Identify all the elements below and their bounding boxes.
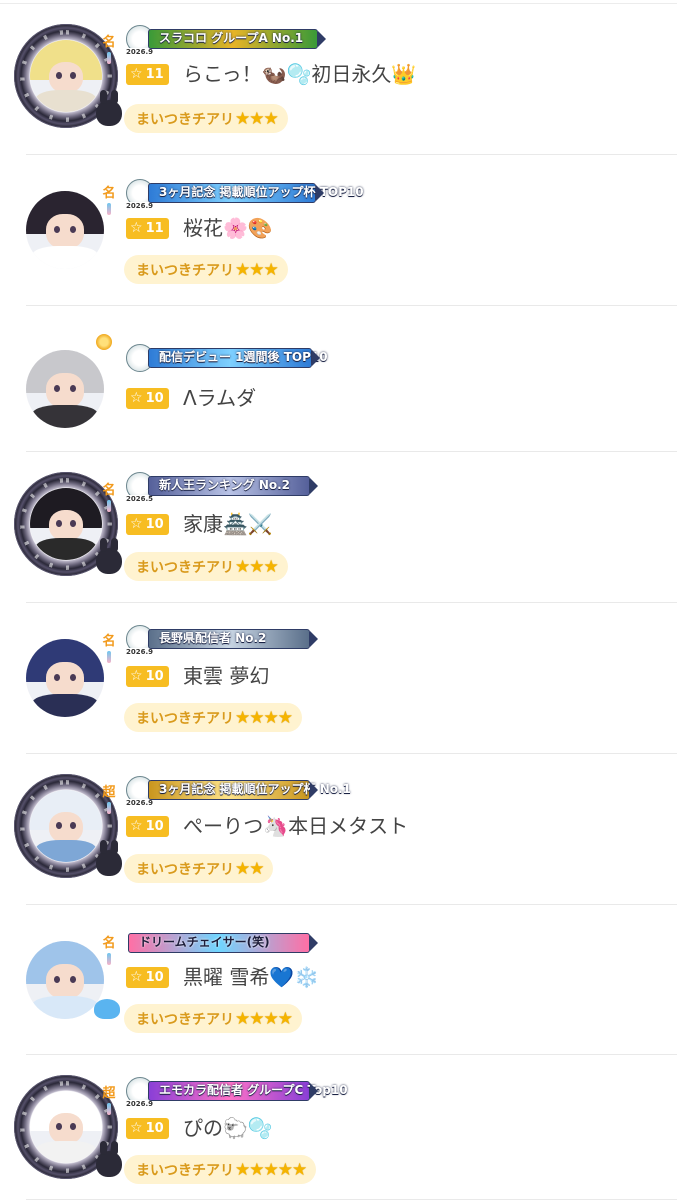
cheer-label: まいつきチアリ bbox=[136, 263, 234, 279]
level-badge: ☆ 10 bbox=[126, 388, 169, 409]
slime-icon bbox=[94, 999, 120, 1019]
cheer-stars: ★★ bbox=[235, 859, 265, 879]
level-badge: ☆ 11 bbox=[126, 64, 169, 85]
rank-mark: 名 bbox=[102, 484, 116, 516]
cheer-stars: ★★★ bbox=[235, 109, 279, 129]
list-item[interactable]: 超 2026.9 エモカラ配信者 グループC Top10 ☆ 10 ぴの🐑🫧 まいつきチアリ… bbox=[0, 1055, 677, 1200]
achievement-badge[interactable]: ドリームチェイサー(笑) bbox=[126, 929, 318, 957]
avatar[interactable]: 名 bbox=[14, 175, 124, 285]
level-badge: ☆ 10 bbox=[126, 666, 169, 687]
avatar-image bbox=[30, 1091, 102, 1163]
badge-title: 3ヶ月記念 掲載順位アップ杯 TOP10 bbox=[148, 183, 364, 203]
cheer-badge: まいつきチアリ★★ bbox=[124, 854, 274, 883]
achievement-badge[interactable]: 2026.9 長野県配信者 No.2 bbox=[125, 625, 318, 656]
cheer-label: まいつきチアリ bbox=[136, 1012, 234, 1028]
star-outline-icon: ☆ bbox=[130, 818, 143, 834]
badge-title: ドリームチェイサー(笑) bbox=[128, 933, 318, 953]
cheer-badge: まいつきチアリ★★★ bbox=[124, 255, 288, 284]
avatar-image bbox=[30, 790, 102, 862]
rank-mark: 名 bbox=[102, 635, 116, 667]
avatar[interactable]: 名 bbox=[14, 623, 124, 733]
avatar[interactable]: 名 bbox=[14, 472, 124, 582]
avatar[interactable]: 超 bbox=[14, 774, 124, 884]
list-item[interactable]: 名ドリームチェイサー(笑) ☆ 10 黒曜 雪希💙❄️ まいつきチアリ★★★★ bbox=[0, 905, 677, 1055]
list-item[interactable]: 超 2026.9 3ヶ月記念 掲載順位アップ杯 No.1 ☆ 10 ぺーりつ🦄本日メタスト… bbox=[0, 754, 677, 905]
badge-title: 配信デビュー 1週間後 TOP10 bbox=[148, 348, 328, 368]
badge-title: スラコロ グループA No.1 bbox=[148, 29, 326, 49]
avatar-image bbox=[26, 191, 104, 269]
badge-title: 新人王ランキング No.2 bbox=[148, 476, 318, 496]
streamer-name[interactable]: 桜花🌸🎨 bbox=[183, 216, 273, 240]
cheer-stars: ★★★★★ bbox=[235, 1160, 307, 1180]
cheer-stars: ★★★ bbox=[235, 260, 279, 280]
rank-mark: 名 bbox=[102, 187, 116, 219]
streamer-name[interactable]: Λラムダ bbox=[183, 386, 256, 410]
star-outline-icon: ☆ bbox=[130, 66, 143, 82]
bunny-icon bbox=[96, 840, 122, 876]
avatar-image bbox=[26, 941, 104, 1019]
avatar[interactable]: 名 bbox=[14, 925, 124, 1035]
avatar-image bbox=[26, 350, 104, 428]
medal-icon bbox=[96, 334, 112, 350]
level-badge: ☆ 10 bbox=[126, 967, 169, 988]
list-item[interactable]: 名 2026.9 スラコロ グループA No.1 ☆ 11 らこっ！🦦🫧初日永久👑 まいつき… bbox=[0, 4, 677, 155]
cheer-stars: ★★★★ bbox=[235, 708, 293, 728]
cheer-stars: ★★★ bbox=[235, 557, 279, 577]
cheer-label: まいつきチアリ bbox=[136, 862, 234, 878]
cheer-badge: まいつきチアリ★★★ bbox=[124, 104, 288, 133]
avatar[interactable]: 名 bbox=[14, 24, 124, 134]
star-outline-icon: ☆ bbox=[130, 516, 143, 532]
achievement-badge[interactable]: 配信デビュー 1週間後 TOP10 bbox=[126, 344, 328, 372]
rank-mark: 名 bbox=[102, 36, 116, 68]
cheer-label: まいつきチアリ bbox=[136, 112, 234, 128]
badge-title: 長野県配信者 No.2 bbox=[148, 629, 318, 649]
bunny-icon bbox=[96, 90, 122, 126]
bunny-icon bbox=[96, 1141, 122, 1177]
level-badge: ☆ 10 bbox=[126, 1118, 169, 1139]
avatar-image bbox=[26, 639, 104, 717]
level-badge: ☆ 11 bbox=[126, 218, 169, 239]
achievement-badge[interactable]: 2026.9 3ヶ月記念 掲載順位アップ杯 TOP10 bbox=[125, 179, 364, 210]
list-item[interactable]: 名 2026.5 新人王ランキング No.2 ☆ 10 家康🏯⚔️ まいつきチアリ★★★ bbox=[0, 452, 677, 603]
bunny-icon bbox=[96, 538, 122, 574]
level-badge: ☆ 10 bbox=[126, 514, 169, 535]
list-item[interactable]: 名 2026.9 3ヶ月記念 掲載順位アップ杯 TOP10 ☆ 11 桜花🌸🎨 まいつきチア… bbox=[0, 155, 677, 306]
list-item[interactable]: 名 2026.9 長野県配信者 No.2 ☆ 10 東雲 夢幻まいつきチアリ★★★★ bbox=[0, 603, 677, 754]
achievement-badge[interactable]: 2026.9 スラコロ グループA No.1 bbox=[125, 25, 326, 56]
list-item[interactable]: 配信デビュー 1週間後 TOP10 ☆ 10 Λラムダ bbox=[0, 306, 677, 452]
achievement-badge[interactable]: 2026.5 新人王ランキング No.2 bbox=[125, 472, 318, 503]
streamer-name[interactable]: らこっ！🦦🫧初日永久👑 bbox=[183, 62, 416, 86]
cheer-stars: ★★★★ bbox=[235, 1009, 293, 1029]
achievement-badge[interactable]: 2026.9 3ヶ月記念 掲載順位アップ杯 No.1 bbox=[125, 776, 351, 807]
streamer-name[interactable]: 黒曜 雪希💙❄️ bbox=[183, 965, 319, 989]
streamer-name[interactable]: ぴの🐑🫧 bbox=[183, 1116, 273, 1140]
rank-mark: 超 bbox=[102, 1087, 116, 1119]
cheer-label: まいつきチアリ bbox=[136, 711, 234, 727]
star-outline-icon: ☆ bbox=[130, 1120, 143, 1136]
achievement-badge[interactable]: 2026.9 エモカラ配信者 グループC Top10 bbox=[125, 1077, 348, 1108]
cheer-badge: まいつきチアリ★★★★★ bbox=[124, 1155, 317, 1184]
streamer-name[interactable]: 家康🏯⚔️ bbox=[183, 512, 273, 536]
rank-mark: 超 bbox=[102, 786, 116, 818]
level-badge: ☆ 10 bbox=[126, 816, 169, 837]
cheer-label: まいつきチアリ bbox=[136, 560, 234, 576]
star-outline-icon: ☆ bbox=[130, 220, 143, 236]
avatar-image bbox=[30, 488, 102, 560]
star-outline-icon: ☆ bbox=[130, 668, 143, 684]
cheer-badge: まいつきチアリ★★★ bbox=[124, 552, 288, 581]
avatar[interactable] bbox=[14, 334, 124, 444]
streamer-name[interactable]: ぺーりつ🦄本日メタスト bbox=[183, 814, 408, 838]
star-outline-icon: ☆ bbox=[130, 969, 143, 985]
avatar[interactable]: 超 bbox=[14, 1075, 124, 1185]
star-outline-icon: ☆ bbox=[130, 390, 143, 406]
rank-mark: 名 bbox=[102, 937, 116, 969]
streamer-name[interactable]: 東雲 夢幻 bbox=[183, 664, 269, 688]
cheer-label: まいつきチアリ bbox=[136, 1163, 234, 1179]
cheer-badge: まいつきチアリ★★★★ bbox=[124, 703, 302, 732]
cheer-badge: まいつきチアリ★★★★ bbox=[124, 1004, 302, 1033]
badge-title: エモカラ配信者 グループC Top10 bbox=[148, 1081, 348, 1101]
avatar-image bbox=[30, 40, 102, 112]
badge-title: 3ヶ月記念 掲載順位アップ杯 No.1 bbox=[148, 780, 351, 800]
